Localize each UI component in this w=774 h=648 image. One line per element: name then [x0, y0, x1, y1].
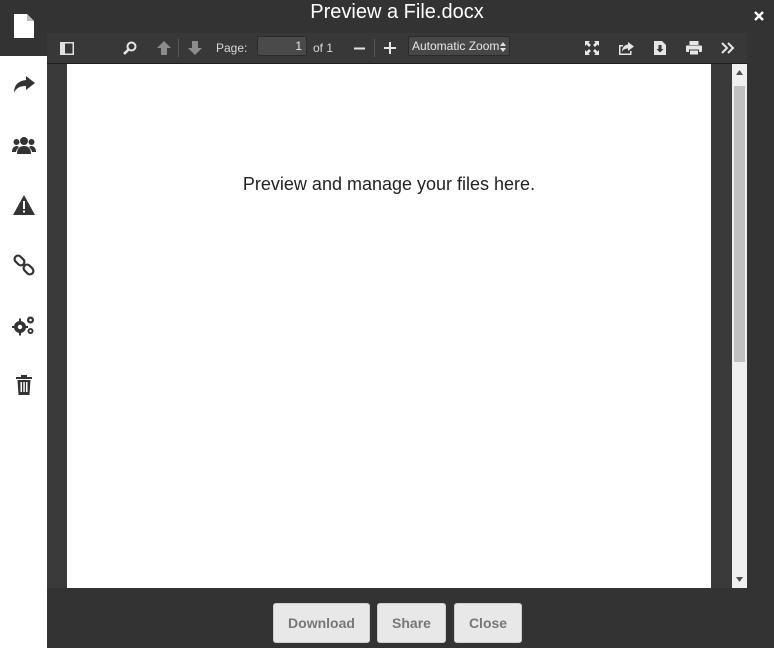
scroll-up-icon[interactable] — [732, 64, 747, 81]
toolbar-separator — [374, 39, 375, 57]
document-text: Preview and manage your files here. — [242, 174, 536, 194]
link-icon[interactable] — [0, 250, 47, 280]
page-label: Page: — [216, 41, 248, 55]
open-file-icon[interactable] — [616, 33, 636, 63]
zoom-select[interactable]: Automatic Zoom — [408, 36, 510, 56]
previous-page-icon[interactable] — [154, 33, 174, 63]
share-button[interactable]: Share — [377, 603, 446, 643]
more-tools-icon[interactable] — [718, 33, 738, 63]
file-icon[interactable] — [13, 13, 34, 43]
fullscreen-icon[interactable] — [582, 33, 602, 63]
left-sidebar — [0, 0, 47, 648]
dialog-title: Preview a File.docx — [310, 1, 484, 23]
document-viewer[interactable]: Preview and manage your files here. — [47, 64, 747, 588]
gears-icon[interactable] — [0, 310, 47, 340]
preview-modal: Preview a File.docx Page: of 1 Automatic… — [47, 0, 774, 648]
page-number-input[interactable] — [257, 36, 307, 56]
sidebar-header — [0, 0, 47, 56]
trash-icon[interactable] — [0, 370, 47, 400]
search-icon[interactable] — [120, 33, 140, 63]
zoom-select-value: Automatic Zoom — [412, 39, 500, 53]
scrollbar-thumb[interactable] — [734, 86, 745, 362]
warning-icon[interactable] — [0, 190, 47, 220]
share-arrow-icon[interactable] — [0, 70, 47, 100]
download-icon[interactable] — [650, 33, 670, 63]
sidebar-toggle-icon[interactable] — [57, 33, 77, 63]
next-page-icon[interactable] — [185, 33, 205, 63]
toolbar-separator — [178, 39, 179, 57]
zoom-out-icon[interactable] — [349, 33, 369, 63]
download-button[interactable]: Download — [273, 603, 370, 643]
print-icon[interactable] — [684, 33, 704, 63]
zoom-in-icon[interactable] — [380, 33, 400, 63]
close-button[interactable]: Close — [454, 603, 522, 643]
page-count: of 1 — [313, 41, 334, 55]
dropdown-arrows-icon — [500, 40, 506, 58]
close-icon[interactable] — [752, 9, 766, 23]
users-icon[interactable] — [0, 130, 47, 160]
viewer-toolbar: Page: of 1 Automatic Zoom — [47, 33, 747, 64]
scroll-down-icon[interactable] — [732, 571, 747, 588]
vertical-scrollbar[interactable] — [732, 64, 747, 588]
document-page: Preview and manage your files here. — [67, 64, 711, 588]
